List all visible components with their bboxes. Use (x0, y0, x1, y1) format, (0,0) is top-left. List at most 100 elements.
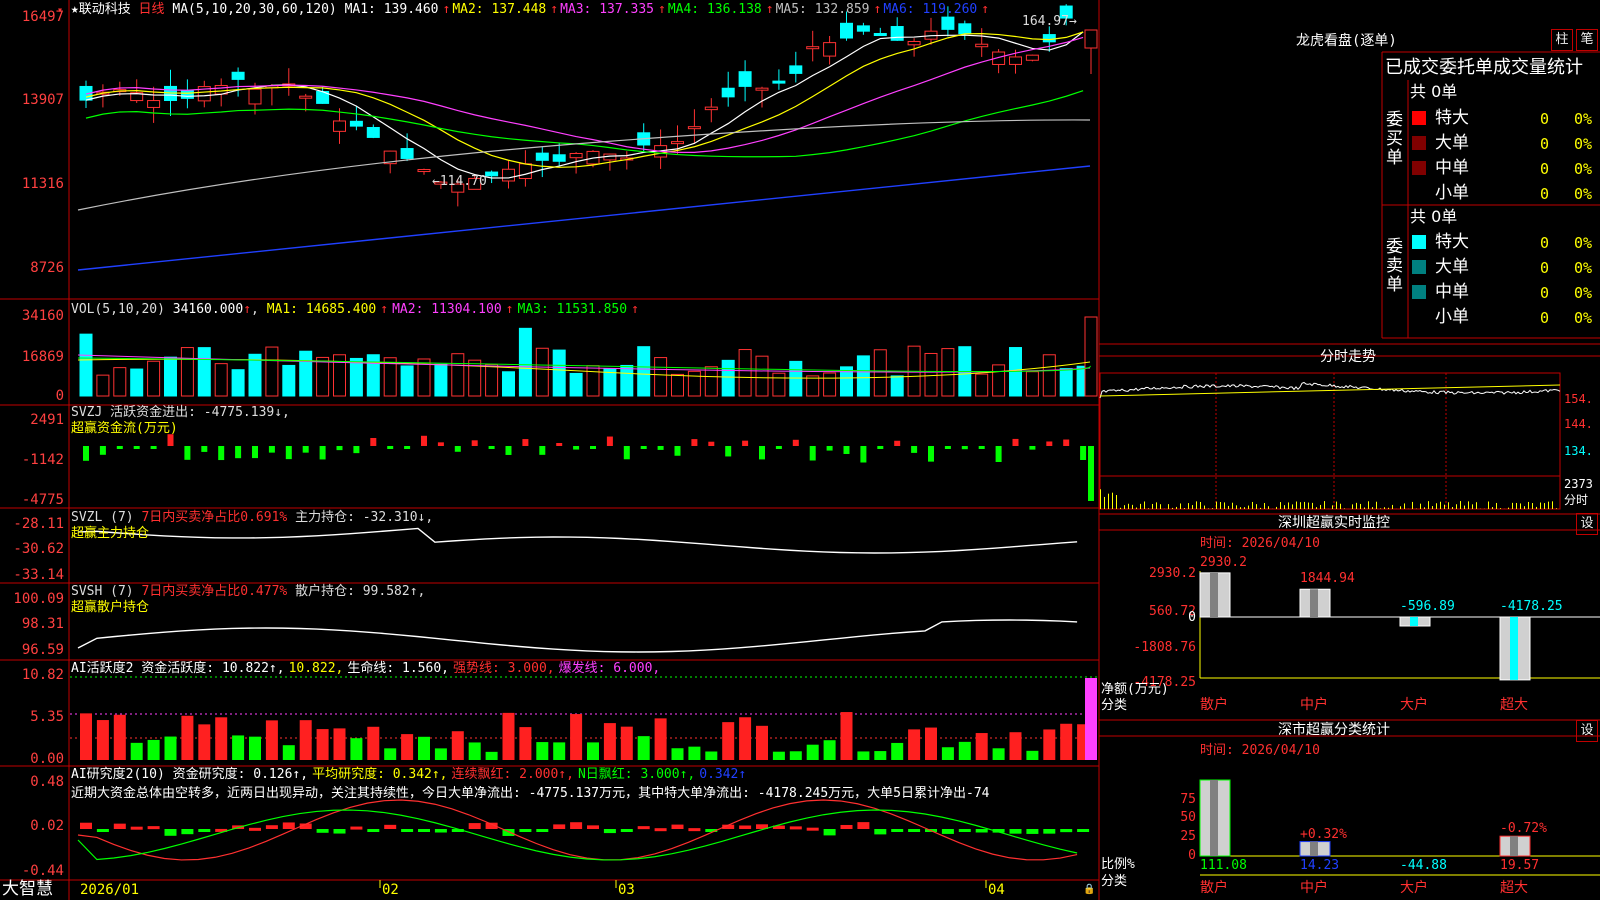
lock-icon[interactable]: 🔒 (1083, 884, 1095, 895)
intraday-volume (1216, 501, 1217, 509)
intraday-volume (1144, 501, 1145, 509)
favorite-star-icon[interactable]: ★ (71, 2, 79, 17)
volume-bar (1025, 371, 1039, 397)
volume-bar (485, 363, 499, 397)
fund-flow-bar (184, 446, 191, 460)
volume-bar (96, 374, 110, 397)
intraday-volume (1444, 504, 1445, 509)
intraday-volume (1388, 507, 1389, 509)
monitor-value-label: -596.89 (1400, 599, 1455, 614)
research-bar (468, 823, 481, 829)
fund-flow-bar (336, 446, 343, 451)
vol-axis-label: 34160 (21, 308, 64, 324)
volume-bar (518, 327, 532, 397)
volume-bar (366, 354, 380, 397)
candlestick (975, 43, 989, 48)
activity-bar (941, 747, 954, 760)
ai-research-item: 连续飘红: 2.000↑, (451, 767, 574, 782)
intraday-volume (1540, 502, 1541, 509)
research-bar (1077, 829, 1090, 832)
fund-flow-bar (505, 446, 512, 455)
svzl-header: SVZL (7) 7日内买卖净占比0.691% 主力持仓: -32.310↓, (71, 510, 434, 525)
activity-bar (958, 741, 971, 760)
fund-flow-bar (201, 446, 208, 452)
volume-bar (620, 364, 634, 397)
line-view-button[interactable]: 笔 (1576, 29, 1598, 51)
ai-research-item: N日飘红: 3.000↑, (577, 767, 696, 782)
monitor-settings-button[interactable]: 设 (1576, 513, 1598, 535)
fund-flow-bar (742, 440, 749, 446)
sell-row-name: 小单 (1435, 307, 1469, 327)
ai-research-item: 0.342↑ (699, 767, 747, 782)
intraday-volume (1300, 502, 1301, 509)
ai-research-header: AI研究度2(10) 资金研究度: 0.126↑, 平均研究度: 0.342↑, 连… (71, 767, 750, 782)
kline-chart-area[interactable] (0, 0, 1600, 900)
research-bar (1043, 829, 1056, 834)
fund-flow-bar (809, 446, 816, 461)
ma-value-1: MA1: 139.460 (344, 2, 439, 17)
sell-row-count: 0 (1540, 234, 1550, 252)
intraday-volume (1240, 507, 1241, 509)
fund-flow-bar (691, 439, 698, 446)
period-label[interactable]: 日线 (139, 2, 165, 17)
monitor-axis-label: 0 (1188, 610, 1196, 625)
monitor-bar-inner (1210, 572, 1218, 617)
fund-flow-bar (1029, 446, 1036, 450)
volume-bar (806, 375, 820, 397)
volume-bar (349, 357, 363, 397)
classify-category-label: 超大 (1500, 880, 1528, 896)
activity-bar (384, 748, 397, 760)
vol-ma-line (77, 354, 1091, 373)
activity-bar (232, 735, 245, 760)
intraday-volume (1412, 501, 1413, 509)
intraday-volume (1224, 502, 1225, 509)
intraday-volume (1524, 506, 1525, 509)
research-bar (874, 829, 887, 835)
volume-bar (451, 353, 465, 397)
vol-panel-header: VOL(5,10,20) 34160.000↑, MA1: 14685.400 ↑… (71, 302, 639, 317)
time-axis-label: 2026/01 (80, 882, 140, 898)
volume-bar (671, 373, 684, 397)
intraday-volume (1528, 501, 1529, 509)
volume-bar (924, 352, 938, 397)
buy-row-name: 大单 (1435, 133, 1469, 153)
ai-active-item: 爆发线: 6.000, (558, 661, 661, 676)
intraday-volume (1404, 503, 1405, 509)
intraday-volume (1532, 503, 1533, 509)
volume-bar (586, 365, 600, 397)
candlestick (958, 23, 972, 35)
svzj-axis-label: 2491 (30, 412, 64, 428)
classify-settings-button[interactable]: 设 (1576, 720, 1598, 742)
sell-row-count: 0 (1540, 309, 1550, 327)
activity-bar (350, 738, 363, 760)
volume-bar (654, 357, 668, 397)
ma-line (85, 31, 1084, 179)
activity-bar (688, 746, 701, 760)
volume-bar (130, 368, 144, 397)
monitor-value-label: -4178.25 (1500, 599, 1563, 614)
stock-name: 联动科技 (78, 2, 131, 17)
research-bar (434, 829, 447, 833)
research-bar (857, 822, 870, 829)
ma-arrow-icon: ↑ (981, 2, 990, 17)
intraday-volume (1352, 504, 1353, 509)
intraday-volume (1344, 508, 1345, 509)
fund-flow-bar (421, 435, 427, 446)
bar-view-button[interactable]: 柱 (1551, 29, 1573, 51)
intraday-volume (1140, 503, 1141, 509)
volume-bar (502, 371, 515, 397)
fund-flow-bar (725, 446, 732, 457)
svsh-axis-label: 96.59 (21, 642, 64, 658)
candlestick (485, 171, 499, 177)
ma-line (77, 165, 1091, 271)
monitor-category-label: 中户 (1300, 697, 1328, 713)
intraday-volume (1316, 507, 1317, 509)
fund-flow-bar (1080, 446, 1087, 460)
buy-color-swatch (1412, 161, 1426, 175)
sell-row-count: 0 (1540, 259, 1550, 277)
classify-axis-label: 50 (1180, 810, 1196, 825)
fund-flow-bar (1012, 438, 1019, 446)
candlestick (400, 148, 414, 159)
fund-flow-bar (1046, 441, 1053, 446)
fund-flow-bar (978, 446, 985, 449)
